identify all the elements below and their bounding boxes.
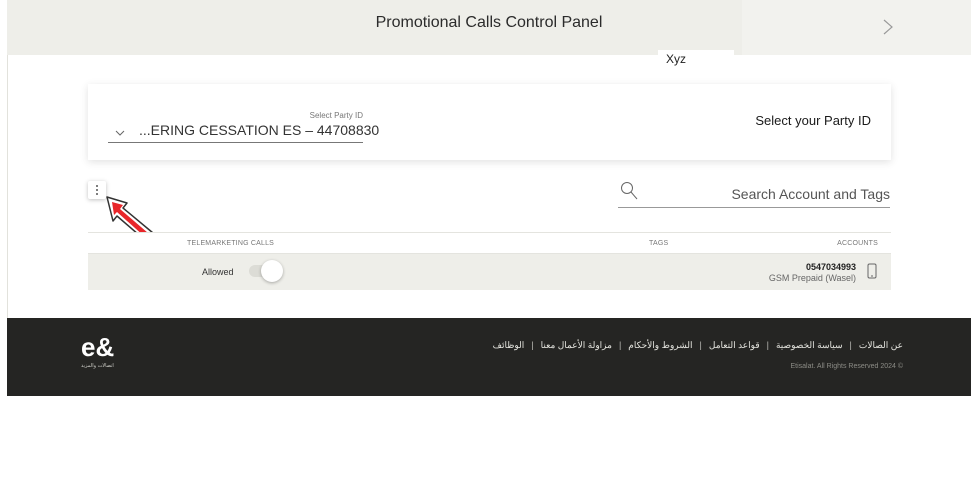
column-header-accounts: ACCOUNTS [837, 240, 878, 247]
party-id-select-value: ...ERING CESSATION ES – 44708830 [139, 122, 380, 138]
chevron-down-icon [115, 130, 125, 136]
chevron-right-icon[interactable] [881, 17, 895, 37]
party-id-card: Select Party ID ...ERING CESSATION ES – … [88, 84, 891, 160]
footer-separator: | [618, 340, 622, 350]
footer-separator: | [699, 340, 702, 350]
footer-separator: | [531, 340, 534, 350]
table-row: Allowed 0547034993 GSM Prepaid (Wasel) [88, 254, 891, 290]
footer-separator: | [849, 340, 852, 350]
footer-copyright: Etisalat. All Rights Reserved 2024 © [790, 363, 903, 370]
search-icon[interactable] [620, 181, 638, 201]
account-number: 0547034993 [805, 262, 856, 272]
party-id-select-label: Select Party ID [309, 111, 363, 120]
logo-subtitle: اتصالات والمزيد [81, 363, 114, 369]
footer-link-code-of-conduct[interactable]: قواعد التعامل [709, 340, 760, 350]
logo-mark: e& [81, 332, 114, 362]
column-header-telemarketing-calls: TELEMARKETING CALLS [187, 240, 275, 247]
telemarketing-toggle[interactable] [249, 260, 283, 282]
page-title: Promotional Calls Control Panel [375, 14, 603, 31]
toggle-knob [261, 260, 283, 282]
party-id-select[interactable]: Select Party ID ...ERING CESSATION ES – … [108, 109, 379, 143]
footer-link-privacy[interactable]: سياسة الخصوصية [776, 340, 843, 350]
party-id-title: Select your Party ID [755, 113, 871, 128]
mobile-phone-icon [867, 263, 877, 279]
footer-separator: | [766, 340, 769, 350]
footer-link-business[interactable]: مزاولة الأعمال معنا [541, 340, 612, 350]
footer-link-careers[interactable]: الوظائف [493, 340, 525, 350]
accounts-table: TELEMARKETING CALLS TAGS ACCOUNTS Allowe… [88, 232, 891, 290]
etisalat-logo[interactable]: e& اتصالات والمزيد [81, 332, 125, 372]
table-header: TELEMARKETING CALLS TAGS ACCOUNTS [88, 232, 891, 254]
search-input[interactable] [646, 184, 890, 204]
footer-link-terms[interactable]: الشروط والأحكام [628, 340, 692, 350]
account-type: GSM Prepaid (Wasel) [768, 273, 856, 283]
kebab-dot [96, 189, 98, 191]
kebab-dot [96, 185, 98, 187]
header-bar: Promotional Calls Control Panel [7, 0, 971, 55]
footer: e& اتصالات والمزيد عن الصالات | سياسة الخص… [7, 318, 971, 396]
status-label: Allowed [202, 267, 234, 277]
floating-tag: Xyz [658, 50, 734, 68]
column-header-tags: TAGS [649, 240, 669, 247]
search-bar [618, 180, 890, 208]
footer-links: عن الصالات | سياسة الخصوصية | قواعد التعامل |… [387, 340, 903, 351]
kebab-dot [96, 193, 98, 195]
footer-link-about[interactable]: عن الصالات [859, 340, 903, 350]
